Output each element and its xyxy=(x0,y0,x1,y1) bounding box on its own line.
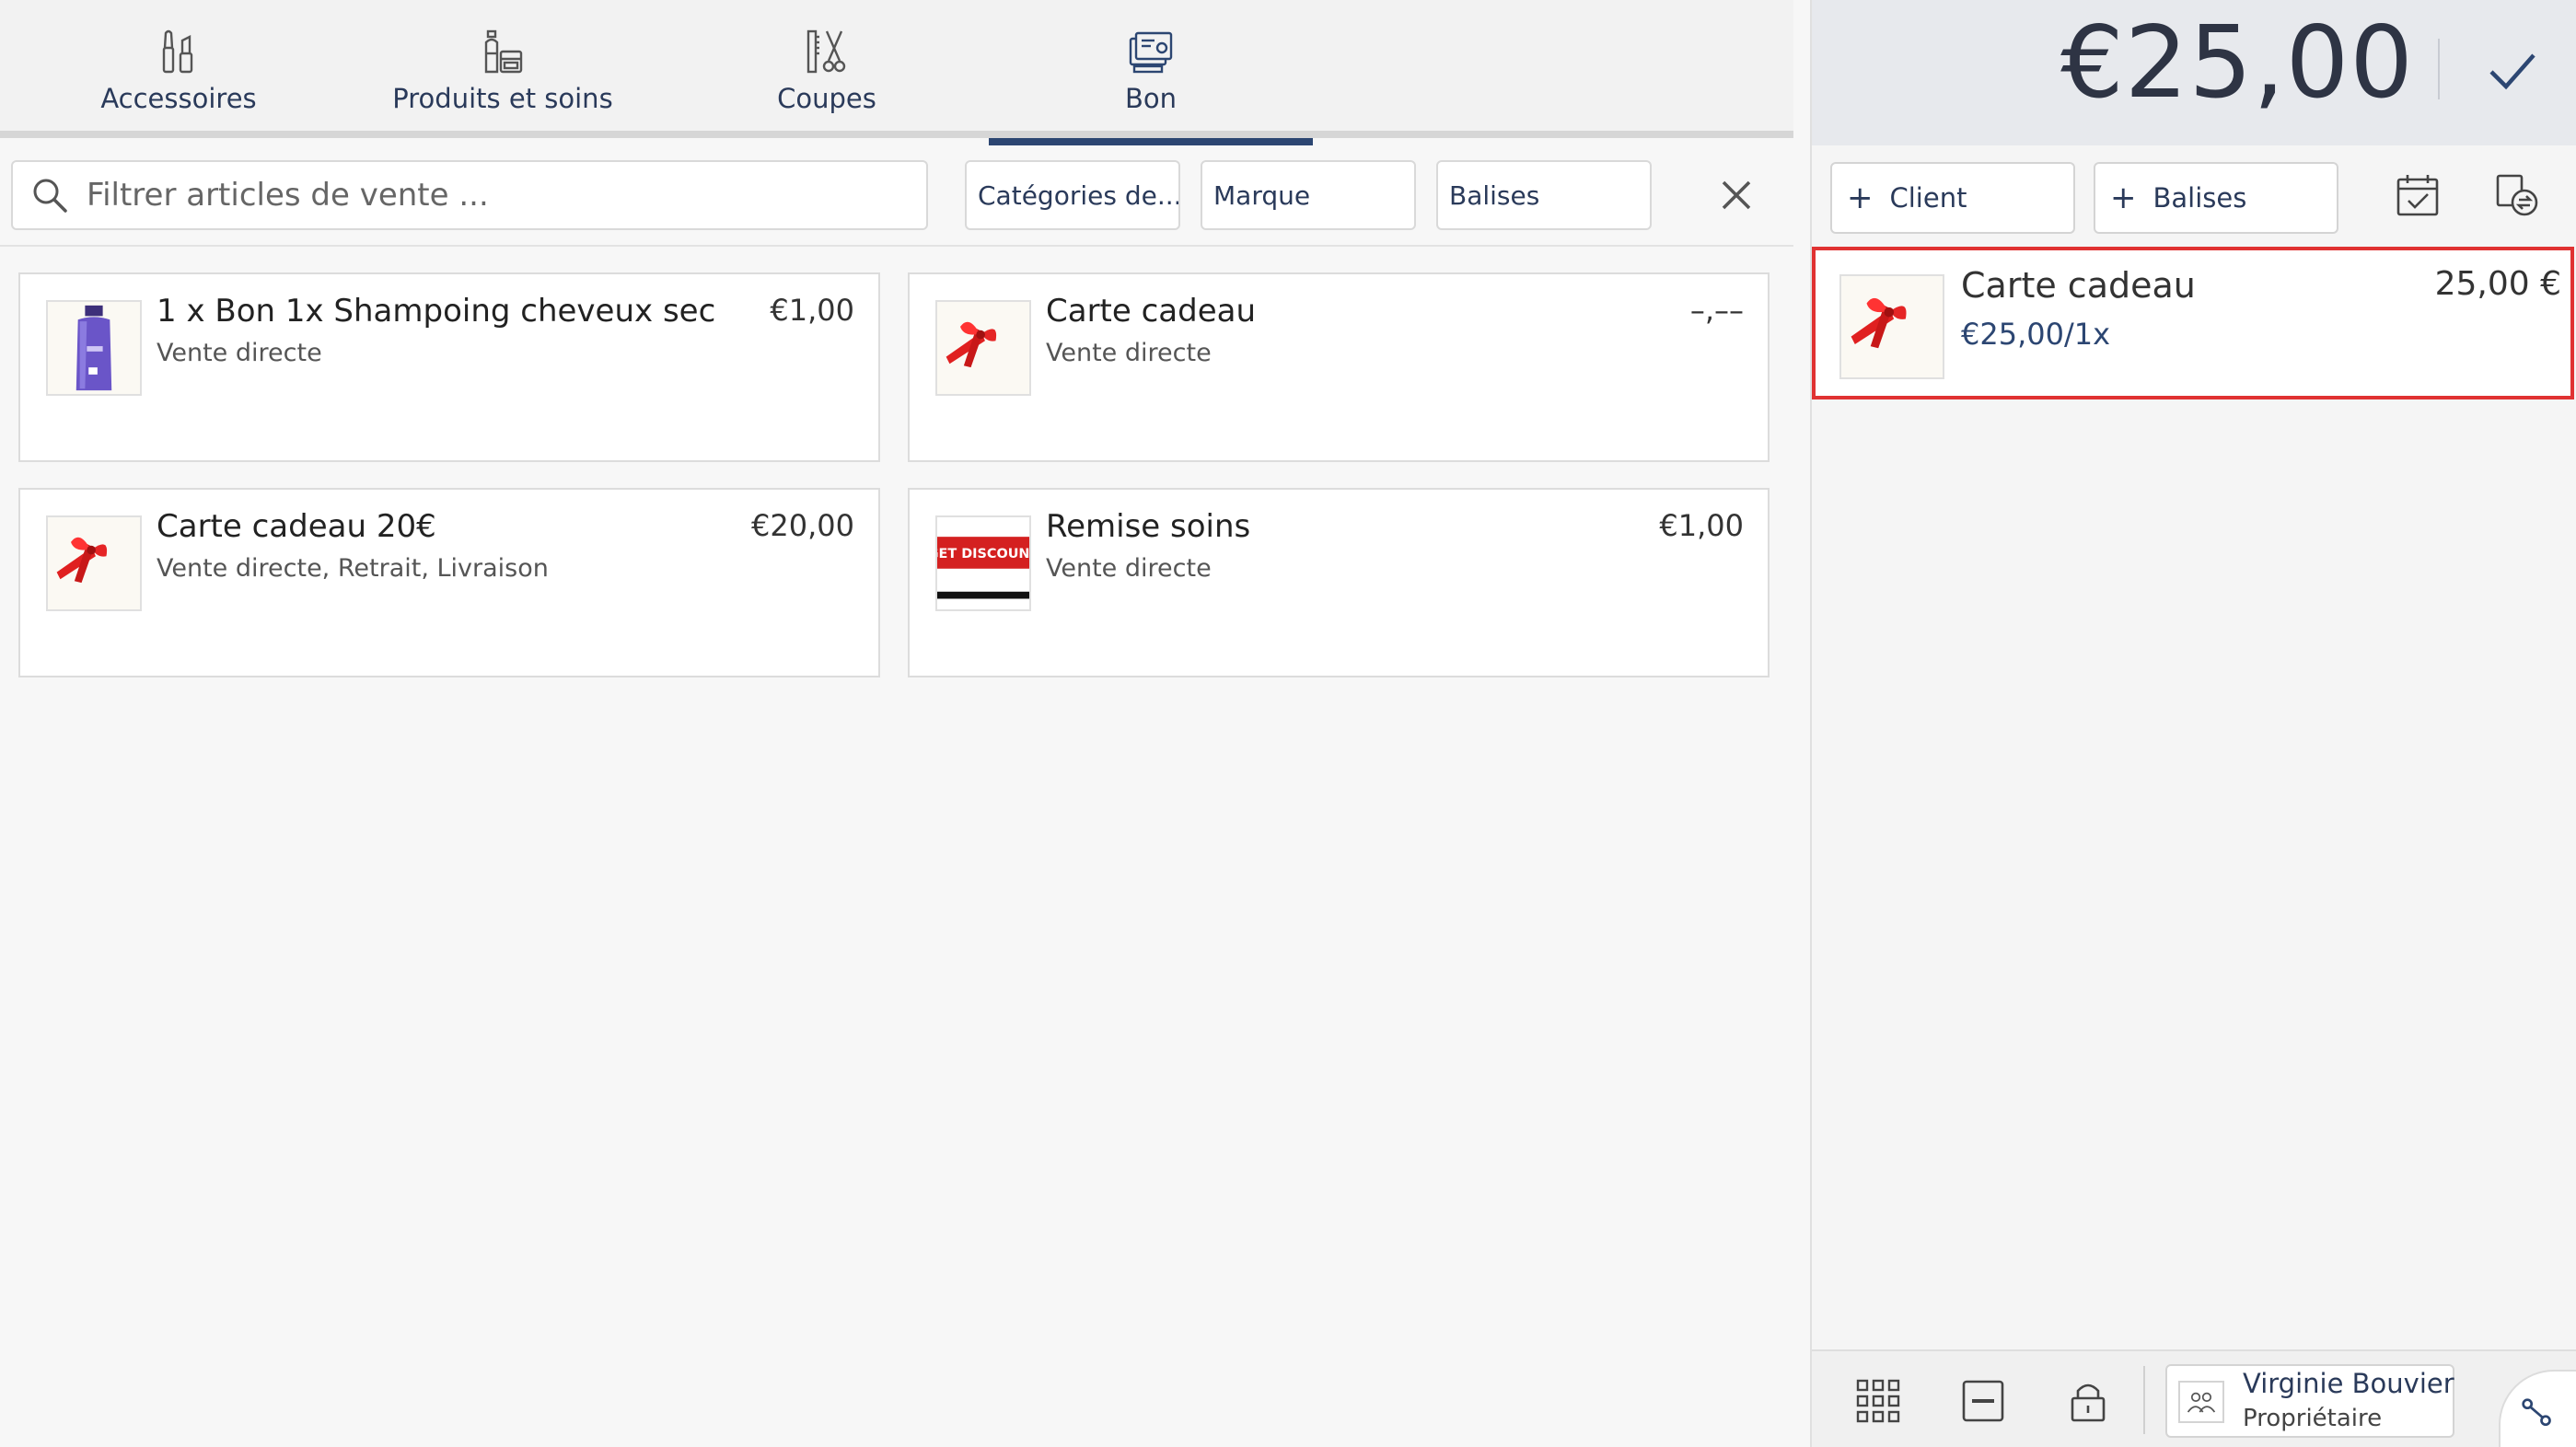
tab-label: Bon xyxy=(1124,83,1178,114)
add-tags-label: Balises xyxy=(2152,182,2247,214)
search-input[interactable] xyxy=(87,177,897,214)
product-card[interactable]: GET DISCOUNT Remise soins Vente directe … xyxy=(908,488,1770,677)
discount-label-text: GET DISCOUNT xyxy=(937,547,1029,561)
user-selector[interactable]: Virginie Bouvier Propriétaire xyxy=(2165,1364,2454,1438)
footer-divider xyxy=(2143,1366,2145,1434)
lock-button[interactable] xyxy=(2059,1372,2118,1430)
cart-item-name: Carte cadeau xyxy=(1961,265,2196,306)
product-card[interactable]: 1 x Bon 1x Shampoing cheveux sec Vente d… xyxy=(18,272,880,462)
brand-filter[interactable]: Marque xyxy=(1201,160,1416,230)
product-channels: Vente directe, Retrait, Livraison xyxy=(157,554,549,583)
product-price: €1,00 xyxy=(770,293,854,328)
bottles-icon xyxy=(484,29,523,74)
plus-icon: + xyxy=(2110,179,2137,216)
remove-item-button[interactable] xyxy=(1954,1372,2013,1430)
cart-item-thumbnail xyxy=(1839,274,1944,379)
add-client-button[interactable]: + Client xyxy=(1830,162,2075,234)
tab-produits-et-soins[interactable]: Produits et soins xyxy=(341,0,665,138)
tab-bon[interactable]: Bon xyxy=(989,0,1313,145)
voucher-icon xyxy=(1129,31,1173,74)
close-icon xyxy=(1722,180,1751,210)
discount-label-icon: GET DISCOUNT xyxy=(937,537,1029,599)
shampoo-bottle-icon xyxy=(75,305,112,391)
tab-coupes[interactable]: Coupes xyxy=(665,0,989,138)
scissors-comb-icon xyxy=(806,29,846,74)
minus-box-icon xyxy=(1962,1380,2004,1422)
product-channels: Vente directe xyxy=(1046,339,1212,367)
product-card[interactable]: Carte cadeau Vente directe –,–– xyxy=(908,272,1770,462)
tab-label: Produits et soins xyxy=(392,83,613,114)
cart-footer: Virginie Bouvier Propriétaire xyxy=(1812,1349,2576,1447)
cart-item[interactable]: Carte cadeau €25,00/1x 25,00 € xyxy=(1812,247,2574,399)
brush-lipstick-icon xyxy=(162,29,193,74)
cart-pane: €25,00 + Client + Balises Carte cadeau €… xyxy=(1810,0,2576,1447)
search-icon xyxy=(33,179,67,213)
category-filter[interactable]: Catégories de... xyxy=(965,160,1180,230)
tab-accessoires[interactable]: Accessoires xyxy=(17,0,341,138)
link-nodes-icon xyxy=(2522,1398,2551,1427)
product-channels: Vente directe xyxy=(1046,554,1212,583)
product-price: €1,00 xyxy=(1659,508,1744,543)
cart-header: €25,00 xyxy=(1812,0,2576,145)
user-role: Propriétaire xyxy=(2243,1405,2383,1432)
gift-ribbon-icon xyxy=(946,321,997,368)
product-price: €20,00 xyxy=(751,508,854,543)
settings-corner-button[interactable] xyxy=(2499,1370,2576,1447)
product-price: –,–– xyxy=(1689,293,1744,328)
catalog-pane: Accessoires Produits et soins Coupes Bon… xyxy=(0,0,1793,1447)
product-thumbnail xyxy=(46,515,142,611)
user-name: Virginie Bouvier xyxy=(2243,1368,2454,1399)
product-name: Remise soins xyxy=(1046,508,1251,545)
exchange-button[interactable] xyxy=(2489,168,2545,223)
clear-filters-button[interactable] xyxy=(1709,168,1764,223)
product-thumbnail: GET DISCOUNT xyxy=(935,515,1031,611)
filter-bar: Catégories de... Marque Balises xyxy=(0,145,1793,247)
category-tabs: Accessoires Produits et soins Coupes Bon xyxy=(0,0,1793,145)
product-card[interactable]: Carte cadeau 20€ Vente directe, Retrait,… xyxy=(18,488,880,677)
cart-item-unit-price: €25,00/1x xyxy=(1961,317,2111,352)
gift-ribbon-icon xyxy=(1851,297,1907,349)
confirm-button[interactable] xyxy=(2475,33,2548,107)
header-divider xyxy=(2438,39,2440,99)
checkmark-icon xyxy=(2489,53,2535,90)
product-name: Carte cadeau 20€ xyxy=(157,508,436,545)
pos-screen: Accessoires Produits et soins Coupes Bon… xyxy=(0,0,2576,1447)
calendar-check-icon xyxy=(2396,175,2439,216)
add-client-label: Client xyxy=(1889,182,1967,214)
plus-icon: + xyxy=(1847,179,1874,216)
product-name: 1 x Bon 1x Shampoing cheveux sec xyxy=(157,293,716,330)
product-thumbnail xyxy=(935,300,1031,396)
tab-label: Accessoires xyxy=(100,83,257,114)
product-channels: Vente directe xyxy=(157,339,322,367)
tab-label: Coupes xyxy=(777,83,876,114)
lock-icon xyxy=(2071,1383,2106,1422)
cart-item-price: 25,00 € xyxy=(2434,265,2561,303)
cart-total: €25,00 xyxy=(2060,6,2414,121)
calendar-button[interactable] xyxy=(2390,168,2445,223)
add-tags-button[interactable]: + Balises xyxy=(2094,162,2338,234)
tags-filter[interactable]: Balises xyxy=(1436,160,1652,230)
grid-icon xyxy=(1856,1379,1900,1423)
product-name: Carte cadeau xyxy=(1046,293,1257,330)
grid-view-button[interactable] xyxy=(1849,1372,1908,1430)
gift-ribbon-icon xyxy=(56,537,108,584)
search-box[interactable] xyxy=(11,160,928,230)
exchange-icon xyxy=(2496,174,2538,216)
users-icon xyxy=(2178,1381,2224,1423)
product-thumbnail xyxy=(46,300,142,396)
